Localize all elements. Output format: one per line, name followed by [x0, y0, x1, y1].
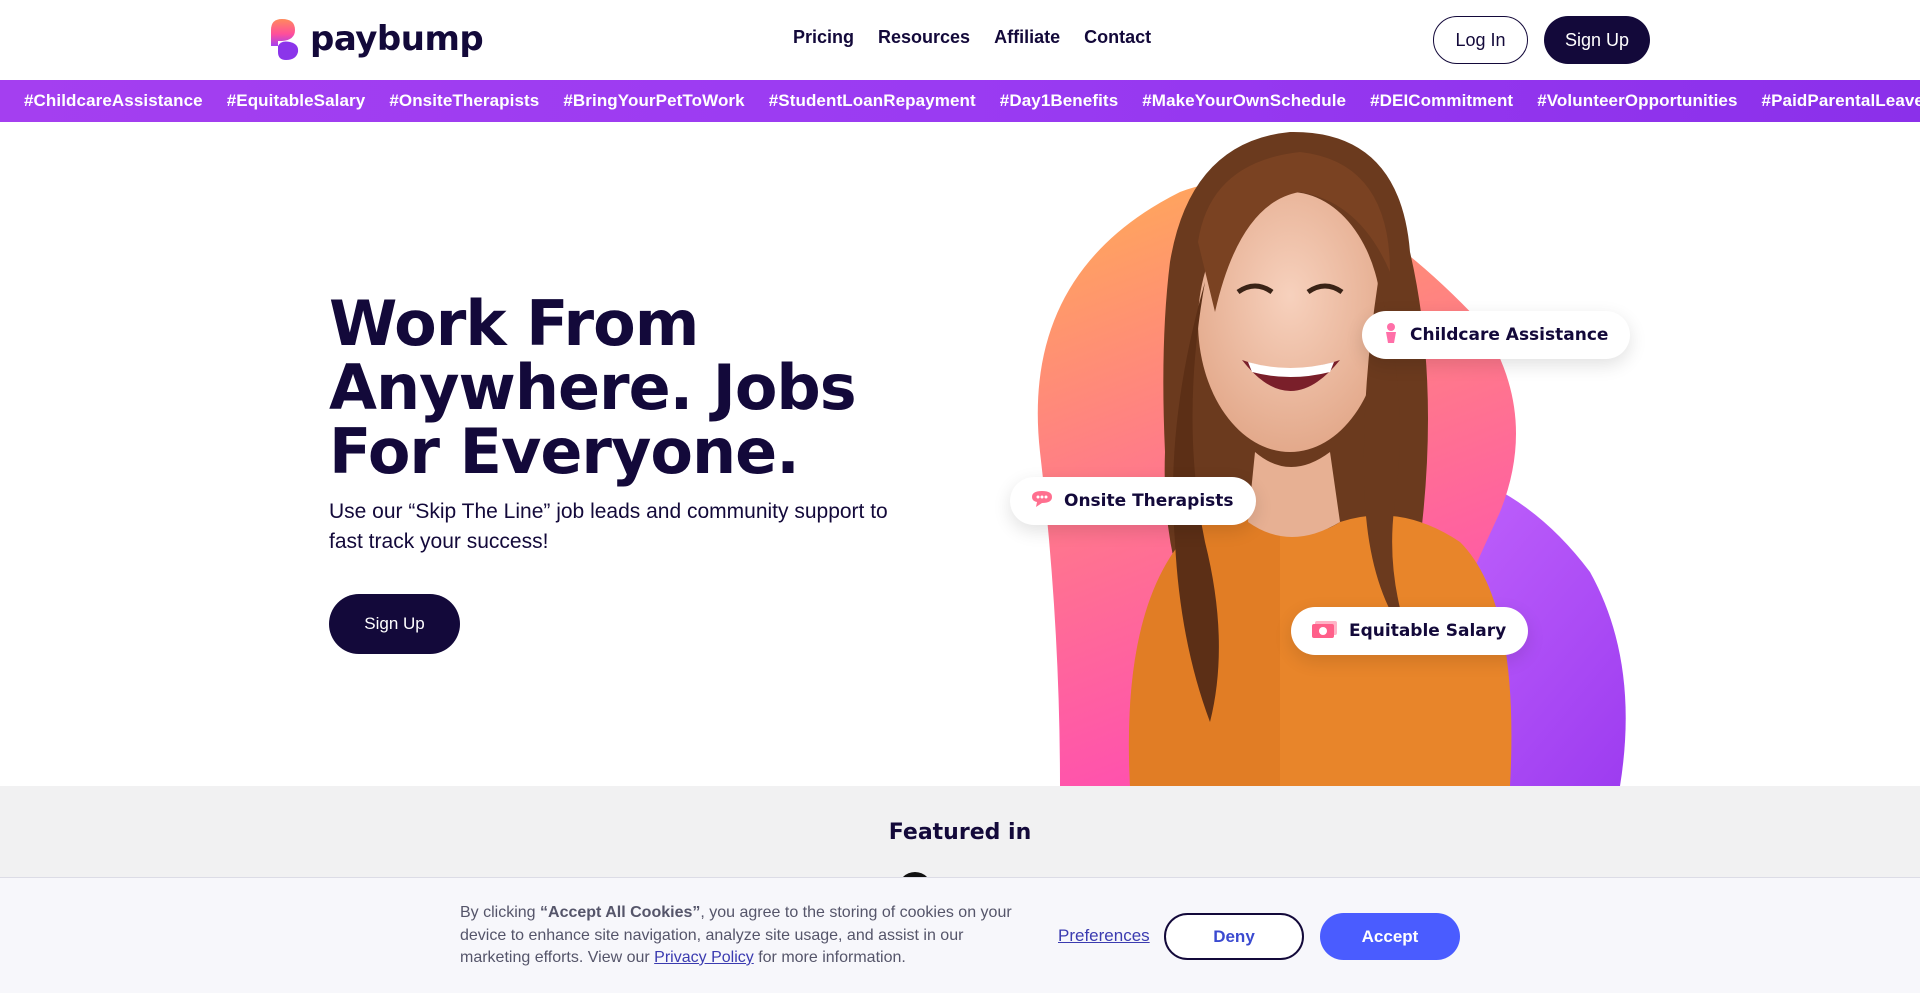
pill-label: Equitable Salary	[1349, 621, 1507, 641]
logo[interactable]: paybump	[268, 16, 484, 62]
benefits-ticker: #ChildcareAssistance #EquitableSalary #O…	[0, 80, 1920, 122]
ticker-item: #PaidParentalLeave	[1761, 91, 1920, 110]
header-signup-button[interactable]: Sign Up	[1544, 16, 1650, 64]
ticker-track: #ChildcareAssistance #EquitableSalary #O…	[24, 80, 1920, 122]
onsite-therapists-pill: Onsite Therapists	[1010, 477, 1256, 525]
paybump-logo-icon	[271, 19, 299, 60]
main-nav: Pricing Resources Affiliate Contact	[793, 27, 1151, 48]
money-icon	[1311, 619, 1339, 644]
hero-image	[1037, 131, 1626, 786]
featured-title: Featured in	[888, 820, 1032, 845]
preferences-link[interactable]: Preferences	[1058, 926, 1150, 946]
ticker-item: #OnsiteTherapists	[389, 91, 540, 110]
site-header: paybump Pricing Resources Affiliate Cont…	[0, 0, 1920, 80]
child-icon	[1382, 322, 1400, 349]
ticker-item: #Day1Benefits	[999, 91, 1119, 110]
nav-affiliate[interactable]: Affiliate	[994, 27, 1060, 48]
cookie-text-bold: “Accept All Cookies”	[540, 904, 701, 921]
ticker-item: #BringYourPetToWork	[563, 91, 745, 110]
ticker-item: #EquitableSalary	[226, 91, 366, 110]
cookie-message: By clicking “Accept All Cookies”, you ag…	[460, 902, 1020, 970]
ticker-item: #VolunteerOpportunities	[1537, 91, 1738, 110]
logo-wordmark: paybump	[310, 19, 484, 59]
privacy-policy-link[interactable]: Privacy Policy	[654, 949, 754, 966]
pill-label: Childcare Assistance	[1410, 325, 1609, 345]
cookie-text-prefix: By clicking	[460, 904, 541, 921]
pill-label: Onsite Therapists	[1064, 491, 1234, 511]
nav-resources[interactable]: Resources	[878, 27, 970, 48]
login-button[interactable]: Log In	[1433, 16, 1528, 64]
deny-button[interactable]: Deny	[1164, 913, 1304, 960]
ticker-item: #DEICommitment	[1370, 91, 1514, 110]
ticker-item: #MakeYourOwnSchedule	[1142, 91, 1347, 110]
ticker-item: #ChildcareAssistance	[24, 91, 203, 110]
hero-title: Work From Anywhere. Jobs For Everyone.	[329, 287, 857, 488]
cookie-text-suffix: for more information.	[753, 949, 906, 966]
nav-pricing[interactable]: Pricing	[793, 27, 854, 48]
accept-button[interactable]: Accept	[1320, 913, 1460, 960]
hero-illustration: Childcare Assistance Onsite Therapists E…	[980, 122, 1640, 786]
ticker-item: #StudentLoanRepayment	[768, 91, 976, 110]
hero-signup-button[interactable]: Sign Up	[329, 594, 460, 654]
childcare-assistance-pill: Childcare Assistance	[1362, 311, 1631, 359]
hero-section: Work From Anywhere. Jobs For Everyone. U…	[0, 122, 1920, 786]
speech-bubble-icon	[1030, 489, 1054, 514]
equitable-salary-pill: Equitable Salary	[1291, 607, 1529, 655]
hero-subtitle: Use our “Skip The Line” job leads and co…	[329, 500, 888, 553]
nav-contact[interactable]: Contact	[1084, 27, 1151, 48]
cookie-banner: By clicking “Accept All Cookies”, you ag…	[0, 877, 1920, 993]
